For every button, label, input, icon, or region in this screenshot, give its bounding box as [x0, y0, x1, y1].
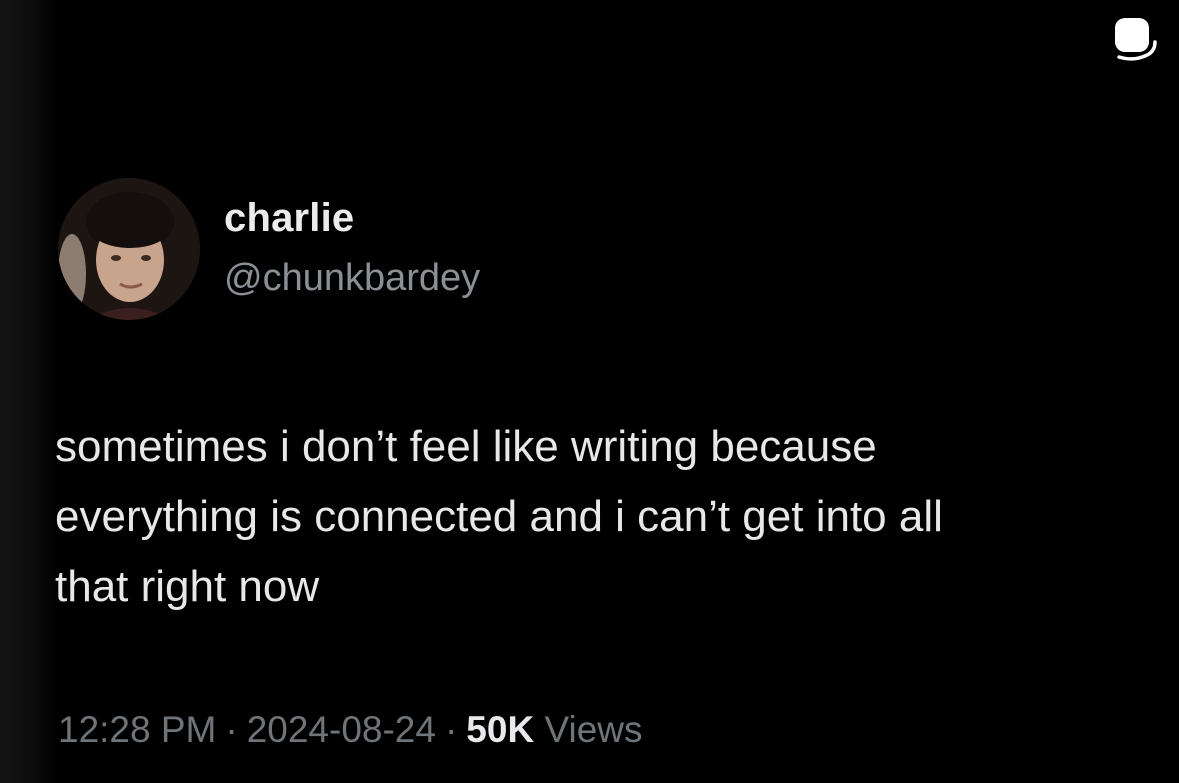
- tweet-text-line: sometimes i don’t feel like writing beca…: [55, 422, 877, 471]
- author-display-name[interactable]: charlie: [224, 196, 354, 241]
- tweet-meta: 12:28 PM · 2024-08-24 · 50K Views: [58, 709, 643, 751]
- tweet-text-line: that right now: [55, 562, 320, 611]
- tweet-text: sometimes i don’t feel like writing beca…: [55, 412, 1179, 622]
- views-count: 50K: [466, 709, 535, 750]
- meta-separator: ·: [225, 709, 238, 750]
- avatar-photo: [58, 178, 200, 320]
- sticker-icon-glyph: [1115, 18, 1157, 61]
- author-handle[interactable]: @chunkbardey: [224, 257, 480, 300]
- views-label: Views: [544, 709, 643, 750]
- meta-separator: ·: [444, 709, 458, 750]
- tweet-date[interactable]: 2024-08-24: [247, 709, 436, 750]
- tweet-time[interactable]: 12:28 PM: [58, 709, 216, 750]
- avatar[interactable]: [58, 178, 200, 320]
- left-edge-shadow: [0, 0, 58, 783]
- tweet-text-line: everything is connected and i can’t get …: [55, 492, 943, 541]
- sticker-icon[interactable]: [1109, 14, 1159, 64]
